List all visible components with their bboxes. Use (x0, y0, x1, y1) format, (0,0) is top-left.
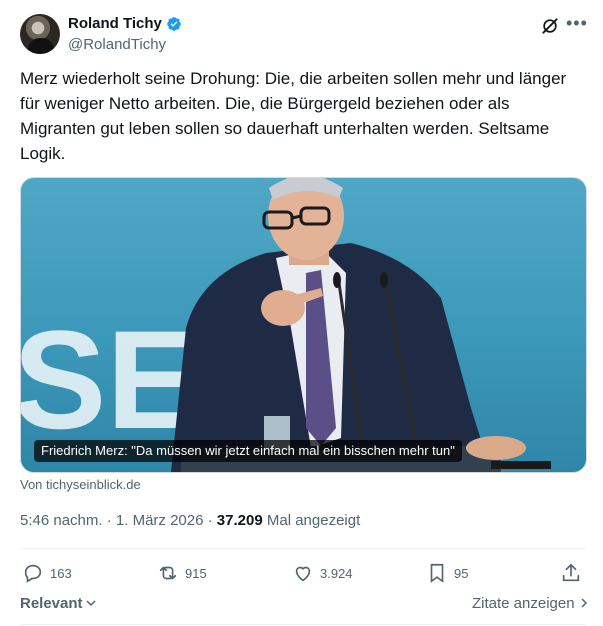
repost-button[interactable]: 915 (157, 562, 207, 584)
reply-icon (24, 564, 42, 583)
more-options-icon[interactable]: ••• (566, 12, 587, 36)
divider (20, 624, 586, 625)
bookmark-count: 95 (454, 565, 469, 581)
photo-illustration: SE (21, 178, 551, 472)
bookmark-button[interactable]: 95 (426, 562, 468, 584)
share-button[interactable] (560, 562, 588, 584)
link-source[interactable]: Von tichyseinblick.de (20, 477, 141, 492)
chevron-right-icon (581, 598, 587, 608)
verified-badge-icon (167, 17, 181, 31)
view-count: 37.209 (216, 512, 263, 529)
view-quotes-link[interactable]: Zitate anzeigen (472, 595, 589, 612)
repost-count: 915 (185, 565, 207, 581)
like-count: 3.924 (320, 565, 353, 581)
repost-icon (159, 566, 177, 580)
sort-label: Relevant (20, 595, 83, 612)
bookmark-icon (430, 563, 444, 583)
heart-icon (295, 566, 311, 582)
tweet-metadata: 5:46 nachm. · 1. März 2026 · 37.209 Mal … (20, 512, 361, 529)
tweet-time[interactable]: 5:46 nachm. (20, 512, 103, 529)
reply-button[interactable]: 163 (22, 562, 72, 584)
reply-count: 163 (50, 565, 72, 581)
share-icon (562, 563, 580, 582)
media-caption: Friedrich Merz: "Da müssen wir jetzt ein… (34, 440, 462, 462)
avatar[interactable] (20, 14, 60, 54)
tweet-text: Merz wiederholt seine Drohung: Die, die … (20, 69, 567, 163)
svg-text:SE: SE (21, 301, 200, 458)
tweet-card: Roland Tichy @RolandTichy ••• Merz wiede… (0, 0, 603, 626)
author-handle[interactable]: @RolandTichy (68, 35, 166, 55)
grok-icon[interactable] (540, 16, 560, 36)
chevron-down-icon (86, 600, 96, 607)
quotes-label: Zitate anzeigen (472, 595, 575, 612)
sort-dropdown[interactable]: Relevant (20, 595, 96, 612)
divider (20, 548, 586, 549)
like-button[interactable]: 3.924 (292, 562, 353, 584)
media-image[interactable]: SE (20, 177, 587, 473)
tweet-date[interactable]: 1. März 2026 (116, 512, 204, 529)
view-count-label: Mal angezeigt (266, 512, 361, 529)
author-name[interactable]: Roland Tichy (68, 14, 162, 34)
